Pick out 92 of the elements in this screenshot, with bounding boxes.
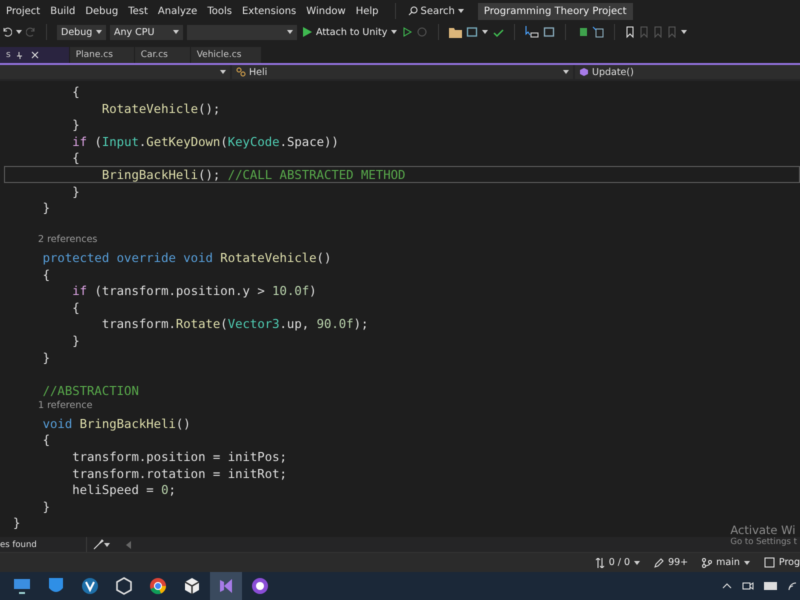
play-outline-icon[interactable] — [403, 27, 412, 37]
editor-tab[interactable]: Plane.cs — [70, 47, 134, 63]
caret-icon — [482, 30, 488, 34]
platform-dropdown[interactable]: Any CPU — [110, 24, 183, 40]
window-icon[interactable] — [466, 26, 478, 38]
activation-subtitle: Go to Settings t — [730, 537, 797, 547]
shield-icon — [48, 577, 64, 595]
caret-icon — [220, 70, 226, 74]
code-line: RotateVehicle(); — [100, 100, 222, 116]
changes-indicator[interactable]: 0 / 0 — [594, 557, 640, 568]
v-logo-icon — [81, 577, 99, 595]
caret-icon — [634, 560, 640, 564]
code-line: transform.position = initPos; — [71, 449, 288, 465]
search-icon — [408, 6, 418, 16]
undo-icon[interactable] — [2, 27, 12, 37]
pencil-icon — [654, 558, 664, 568]
code-line: { — [71, 300, 81, 316]
code-line: { — [71, 84, 81, 100]
menu-item[interactable]: Build — [50, 6, 82, 16]
code-line: } — [71, 117, 81, 133]
caret-icon — [287, 30, 293, 34]
class-icon — [236, 67, 246, 77]
code-line: { — [71, 150, 81, 166]
code-line: } — [12, 515, 22, 532]
editor-tab[interactable]: s — [0, 47, 69, 63]
folder-icon[interactable] — [449, 26, 462, 38]
editor-tab[interactable]: Car.cs — [134, 47, 190, 63]
attach-button[interactable]: Attach to Unity — [301, 26, 400, 38]
monitor-icon — [13, 578, 31, 594]
edits-indicator[interactable]: 99+ — [654, 557, 688, 568]
editor-tab[interactable]: Vehicle.cs — [190, 47, 261, 63]
camera-icon[interactable] — [742, 581, 754, 591]
activation-title: Activate Wi — [730, 523, 796, 537]
scroll-left-icon[interactable] — [126, 540, 132, 548]
caret-icon — [563, 70, 569, 74]
cube-icon — [183, 577, 201, 595]
startup-dropdown[interactable] — [187, 24, 297, 40]
configuration-dropdown[interactable]: Debug — [57, 24, 106, 40]
code-line: heliSpeed = 0; — [71, 482, 177, 498]
close-icon[interactable] — [30, 51, 39, 59]
code-line: //ABSTRACTION — [42, 382, 140, 398]
menu-item[interactable]: Analyze — [158, 6, 204, 16]
code-line: } — [42, 350, 52, 366]
visual-studio-icon — [217, 577, 235, 595]
code-line: } — [71, 184, 81, 200]
type-dropdown[interactable]: Heli — [232, 65, 573, 79]
code-line: if (transform.position.y > 10.0f) — [71, 283, 318, 299]
method-icon — [579, 67, 589, 77]
member-dropdown[interactable]: Update() — [575, 65, 800, 79]
square-icon — [764, 557, 775, 568]
code-line: } — [42, 498, 52, 514]
code-line: if (Input.GetKeyDown(KeyCode.Space)) — [71, 134, 340, 150]
menu-item[interactable]: Tools — [207, 6, 239, 16]
reference-count[interactable]: 1 reference — [38, 400, 92, 412]
chevron-up-icon[interactable] — [722, 583, 732, 589]
caret-icon — [96, 30, 102, 34]
code-line: void BringBackHeli() — [42, 416, 192, 432]
code-line: { — [42, 266, 52, 282]
code-line: } — [71, 332, 81, 348]
brush-icon[interactable] — [93, 539, 104, 550]
project-title: Programming Theory Project — [478, 2, 633, 20]
code-line: { — [42, 432, 52, 448]
caret-icon — [744, 560, 750, 564]
menu-item[interactable]: Debug — [85, 6, 126, 16]
hexagon-icon — [115, 577, 133, 595]
menu-item[interactable]: Extensions — [242, 6, 304, 16]
battery-icon[interactable] — [764, 582, 778, 590]
caret-icon — [458, 9, 464, 13]
code-line: transform.rotation = initRot; — [71, 466, 288, 482]
caret-icon — [391, 30, 398, 34]
project-indicator[interactable]: Prog — [764, 557, 800, 568]
chrome-icon — [149, 577, 167, 595]
branch-indicator[interactable]: main — [702, 557, 750, 568]
arrows-icon — [594, 558, 605, 568]
caret-icon — [16, 30, 22, 34]
branch-icon — [702, 558, 712, 568]
play-icon — [303, 27, 312, 37]
reference-count[interactable]: 2 references — [38, 234, 98, 246]
caret-icon — [681, 30, 688, 34]
menu-item[interactable]: Test — [128, 6, 155, 16]
menu-item[interactable]: Window — [306, 6, 353, 16]
cursor-icon[interactable] — [525, 26, 540, 38]
code-line: transform.Rotate(Vector3.up, 90.0f); — [100, 316, 370, 332]
search-button[interactable]: Search — [402, 6, 470, 16]
menu-item[interactable]: Project — [6, 6, 48, 16]
caret-icon — [104, 542, 110, 546]
code-line: protected override void RotateVehicle() — [42, 250, 332, 266]
code-line: } — [42, 200, 52, 216]
menu-item[interactable]: Help — [356, 6, 386, 16]
caret-icon — [173, 30, 179, 34]
pin-icon[interactable] — [16, 51, 25, 59]
issues-text: es found — [0, 540, 38, 550]
